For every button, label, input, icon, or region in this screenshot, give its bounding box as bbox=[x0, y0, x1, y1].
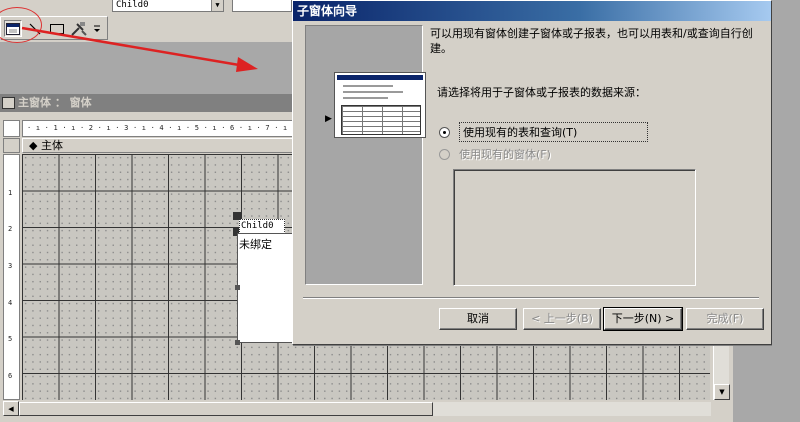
back-button[interactable]: < 上一步(B) bbox=[523, 308, 601, 330]
pointer-triangle-icon: ▶ bbox=[325, 114, 332, 124]
ruler-select-all[interactable] bbox=[3, 120, 20, 137]
form-window-icon bbox=[2, 97, 15, 109]
unbound-text: 未绑定 bbox=[239, 238, 272, 251]
object-combo[interactable]: Child0 ▼ bbox=[112, 0, 224, 12]
property-combo[interactable] bbox=[232, 0, 292, 12]
form-window-title: 主窗体 ： 窗体 bbox=[18, 96, 92, 109]
option-forms-radio[interactable]: 使用现有的窗体(F) bbox=[439, 146, 551, 162]
dialog-separator bbox=[303, 297, 759, 299]
vertical-ruler[interactable]: 1 2 3 4 5 6 bbox=[3, 154, 20, 400]
v-ruler-mark: 5 bbox=[8, 335, 13, 343]
finish-button[interactable]: 完成(F) bbox=[686, 308, 764, 330]
wizard-preview-panel: ▶ bbox=[305, 25, 426, 285]
v-ruler-mark: 6 bbox=[8, 372, 13, 380]
object-combo-value: Child0 bbox=[116, 0, 149, 10]
wizard-intro-text: 可以用现有窗体创建子窗体或子报表，也可以用表和/或查询自行创建。 bbox=[430, 27, 753, 55]
child-label[interactable]: Child0 bbox=[239, 219, 285, 234]
v-ruler-mark: 4 bbox=[8, 299, 13, 307]
subform-preview-icon bbox=[334, 72, 426, 138]
annotation-arrow bbox=[21, 26, 258, 72]
existing-forms-list[interactable] bbox=[453, 169, 696, 286]
v-ruler-mark: 3 bbox=[8, 262, 13, 270]
background-gap bbox=[772, 0, 800, 422]
form-window-titlebar[interactable]: 主窗体 ： 窗体 bbox=[0, 94, 292, 112]
option-tables-radio[interactable]: 使用现有的表和查询(T) bbox=[439, 122, 648, 142]
wizard-title: 子窗体向导 bbox=[297, 4, 358, 18]
v-ruler-mark: 2 bbox=[8, 225, 13, 233]
option-tables-label[interactable]: 使用现有的表和查询(T) bbox=[459, 122, 648, 142]
section-selector[interactable] bbox=[3, 138, 20, 153]
radio-checked-icon[interactable] bbox=[439, 126, 450, 138]
subform-control[interactable]: 未绑定 bbox=[237, 233, 293, 343]
section-arrow-icon: ◆ bbox=[29, 139, 38, 152]
subform-wizard-dialog: 子窗体向导 ▶ 可以用现有窗体创建子窗体或子报表，也可以用表和/或查询自行创建。… bbox=[292, 0, 772, 345]
option-forms-label[interactable]: 使用现有的窗体(F) bbox=[459, 146, 551, 162]
scroll-left-icon[interactable]: ◀ bbox=[3, 401, 19, 416]
wizard-prompt: 请选择将用于子窗体或子报表的数据来源： bbox=[437, 86, 646, 99]
v-ruler-mark: 1 bbox=[8, 189, 13, 197]
radio-unchecked-icon[interactable] bbox=[439, 148, 450, 160]
scroll-down-icon[interactable]: ▼ bbox=[714, 384, 730, 400]
resize-handle[interactable] bbox=[235, 340, 240, 345]
chevron-down-icon[interactable]: ▼ bbox=[211, 0, 223, 11]
section-header-label: 主体 bbox=[40, 139, 63, 152]
resize-handle[interactable] bbox=[235, 285, 240, 290]
wizard-titlebar[interactable]: 子窗体向导 bbox=[293, 1, 771, 21]
cancel-button[interactable]: 取消 bbox=[439, 308, 517, 330]
horizontal-scroll-thumb[interactable] bbox=[19, 402, 433, 416]
horizontal-scrollbar[interactable]: ◀ bbox=[3, 401, 711, 416]
next-button[interactable]: 下一步(N) > bbox=[603, 307, 683, 331]
